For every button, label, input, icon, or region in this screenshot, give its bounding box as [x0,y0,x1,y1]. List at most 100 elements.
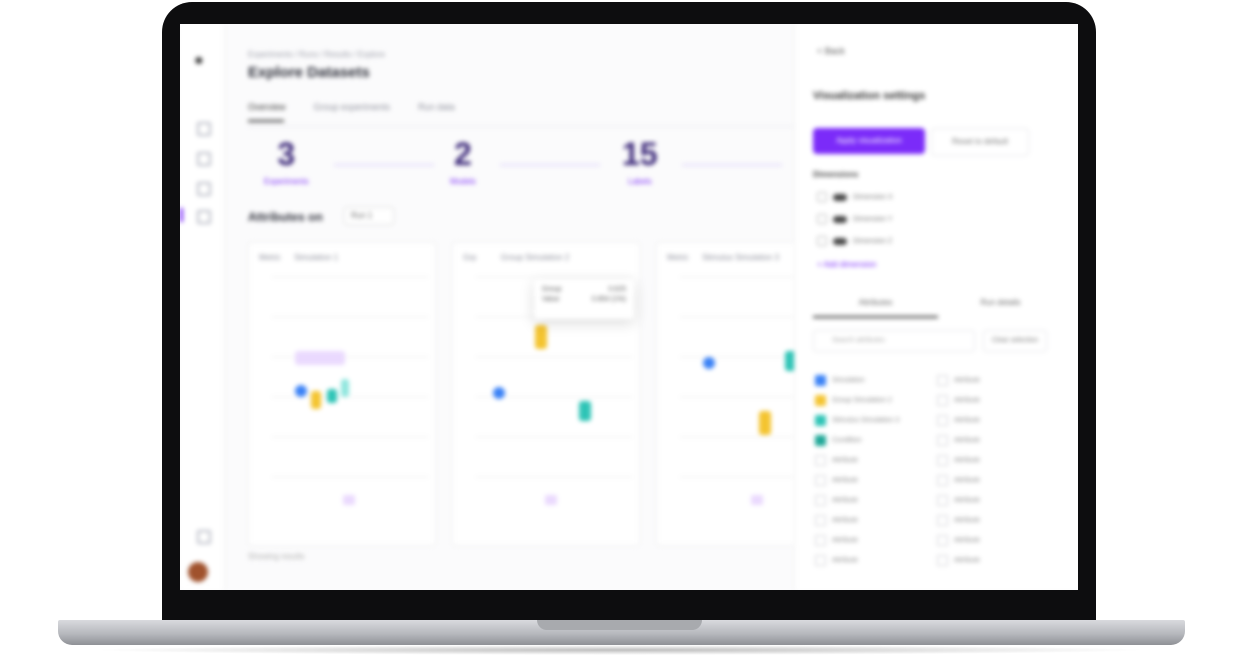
toggle-switch[interactable] [833,193,847,201]
data-point[interactable] [493,387,505,399]
data-point[interactable] [295,385,307,397]
list-item[interactable]: Attribute [937,390,1053,410]
toggle-switch[interactable] [833,215,847,223]
checkbox[interactable] [937,534,948,546]
tab-run-details[interactable]: Run details [938,298,1063,307]
tooltip-key: Group [542,286,562,293]
home-icon[interactable] [197,122,211,136]
checkbox[interactable] [937,474,948,486]
card-series-label[interactable]: Stimulus Simulation 3 [702,253,779,262]
list-item[interactable]: Attribute [815,510,931,530]
breadcrumb-item[interactable]: Experiments [248,50,292,59]
reset-button[interactable]: Reset to default [931,128,1029,156]
stat-connector [682,164,782,166]
checkbox[interactable] [937,494,948,506]
section-title: Attributes on [248,210,323,224]
list-item[interactable]: Attribute [937,430,1053,450]
app-window: ● Experiments / Runs / Results / Explore… [180,24,1078,590]
tab-overview[interactable]: Overview [248,102,286,112]
data-point[interactable] [341,379,349,397]
list-item[interactable]: Attribute [937,470,1053,490]
breadcrumb-item[interactable]: Runs [299,50,318,59]
checkbox[interactable] [815,514,826,526]
checkbox[interactable] [937,514,948,526]
list-item-label: Attribute [832,556,859,564]
list-item[interactable]: Attribute [937,370,1053,390]
stat-connector [500,164,600,166]
list-icon[interactable] [197,182,211,196]
tab-run-data[interactable]: Run data [418,102,455,112]
laptop-screen: ● Experiments / Runs / Results / Explore… [180,24,1078,590]
checkbox[interactable] [817,214,827,224]
checkbox[interactable] [815,454,826,466]
list-item[interactable]: Group Simulation 2 [815,390,931,410]
dimension-row[interactable]: Dimension Y [817,214,893,224]
checkbox[interactable] [937,454,948,466]
checkbox[interactable] [937,414,948,426]
list-item[interactable]: Attribute [815,550,931,570]
checkbox[interactable] [937,394,948,406]
color-swatch[interactable] [815,434,826,446]
color-swatch[interactable] [815,374,826,386]
run-filter-select[interactable]: Run 1 [344,207,394,225]
color-swatch[interactable] [815,394,826,406]
stat-labels: 15 Labels [622,136,658,186]
list-item-label: Attribute [954,476,981,484]
list-item[interactable]: Attribute [815,450,931,470]
checkbox[interactable] [817,236,827,246]
list-item[interactable]: Attribute [815,530,931,550]
clear-selection-button[interactable]: Clear selection [983,330,1047,352]
checkbox[interactable] [937,554,948,566]
checkbox[interactable] [815,534,826,546]
list-item[interactable]: Stimulus Simulation 3 [815,410,931,430]
axis-highlight [751,495,763,505]
list-item-label: Attribute [954,516,981,524]
scatter-plot [679,276,807,505]
grid-icon[interactable] [197,152,211,166]
add-dimension-link[interactable]: + Add dimension [817,260,876,269]
chart-icon[interactable] [197,210,211,224]
list-item-label: Attribute [954,496,981,504]
card-series-label[interactable]: Simulation 1 [294,253,338,262]
list-item[interactable]: Attribute [937,410,1053,430]
avatar[interactable] [188,562,208,582]
card-series-label[interactable]: Group Simulation 2 [501,253,569,262]
settings-icon[interactable] [197,530,211,544]
data-point[interactable] [703,357,715,369]
checkbox[interactable] [937,374,948,386]
data-point[interactable] [759,411,771,435]
back-link[interactable]: < Back [817,46,845,56]
page-title: Explore Datasets [248,64,370,81]
stat-value: 3 [277,136,296,172]
dimension-row[interactable]: Dimension X [817,192,893,202]
checkbox[interactable] [815,474,826,486]
list-item[interactable]: Attribute [937,530,1053,550]
checkbox[interactable] [817,192,827,202]
checkbox[interactable] [815,494,826,506]
list-item[interactable]: Attribute [937,550,1053,570]
data-point[interactable] [327,389,337,403]
data-point[interactable] [535,325,547,349]
list-item[interactable]: Attribute [937,450,1053,470]
apply-button[interactable]: Apply visualization [813,128,925,154]
checkbox[interactable] [937,434,948,446]
list-item[interactable]: Attribute [937,490,1053,510]
tooltip-value: 0.854 (1%) [591,296,626,303]
list-item-label: Attribute [954,536,981,544]
color-swatch[interactable] [815,414,826,426]
tab-group-experiments[interactable]: Group experiments [314,102,391,112]
tab-attributes[interactable]: Attributes [813,298,938,307]
data-point[interactable] [311,391,321,409]
list-item[interactable]: Simulation [815,370,931,390]
breadcrumb-item[interactable]: Results [325,50,352,59]
list-item[interactable]: Condition [815,430,931,450]
checkbox[interactable] [815,554,826,566]
list-item[interactable]: Attribute [937,510,1053,530]
list-item-label: Attribute [954,556,981,564]
toggle-switch[interactable] [833,237,847,245]
list-item[interactable]: Attribute [815,490,931,510]
attribute-search-input[interactable]: Search attributes [813,330,975,352]
dimension-row[interactable]: Dimension Z [817,236,892,246]
list-item[interactable]: Attribute [815,470,931,490]
data-point[interactable] [579,401,591,421]
